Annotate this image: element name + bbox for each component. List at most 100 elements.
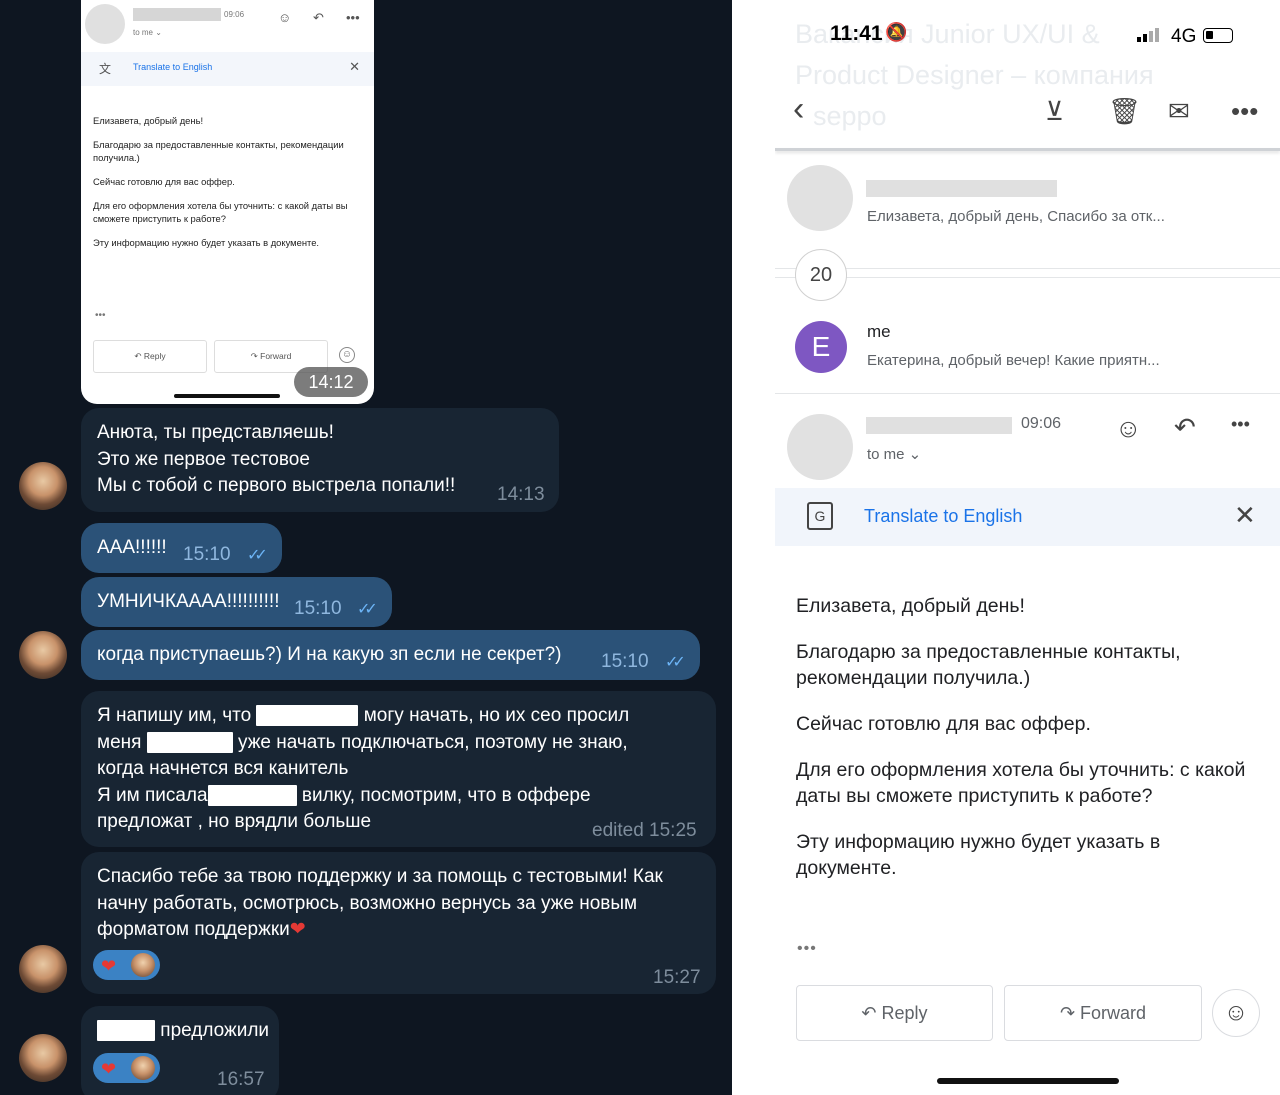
message-text: когда приступаешь?) И на какую зп если н… [97, 644, 562, 665]
reply-button: ↶ Reply [93, 340, 207, 373]
avatar [85, 4, 125, 44]
reply-button[interactable]: ↶ Reply [796, 985, 993, 1041]
message-time: 14:13 [497, 484, 545, 505]
message-text: Анюта, ты представляешь! Это же первое т… [97, 422, 456, 496]
more-dots: ••• [95, 310, 106, 321]
sender-name: me [867, 322, 891, 341]
close-icon: ✕ [349, 59, 360, 74]
message-time: 15:10 [294, 598, 342, 619]
more-icon: ••• [346, 10, 360, 25]
avatar[interactable] [19, 631, 67, 679]
avatar[interactable] [19, 462, 67, 510]
thread-snippet[interactable]: Екатерина, добрый вечер! Какие приятн... [867, 352, 1160, 369]
archive-icon[interactable]: ⊻ [1045, 96, 1064, 127]
reply-icon[interactable]: ↶ [1174, 412, 1196, 443]
message-time: 15:10 [601, 651, 649, 672]
avatar: E [795, 321, 847, 373]
read-checkmark-icon: ✓✓ [665, 654, 686, 671]
reply-icon: ↶ [861, 1003, 877, 1023]
avatar [131, 1056, 155, 1080]
more-icon[interactable]: ••• [1231, 414, 1250, 435]
mute-bell-icon: 🔕 [885, 22, 908, 42]
home-indicator [174, 394, 280, 398]
thread-snippet[interactable]: Елизавета, добрый день, Спасибо за отк..… [867, 208, 1165, 225]
forward-icon: ↷ [1059, 1003, 1076, 1023]
reaction-badge[interactable]: ❤ [93, 950, 160, 980]
battery-icon [1203, 28, 1233, 43]
message-text: предложили [97, 1018, 269, 1045]
redacted-text [146, 731, 233, 753]
avatar [131, 953, 155, 977]
message-time: 09:06 [1021, 415, 1062, 432]
redacted-text [97, 1020, 155, 1042]
avatar[interactable] [19, 945, 67, 993]
back-icon[interactable]: ‹ [793, 90, 804, 129]
message-time: 15:10 [183, 544, 231, 565]
message-bubble[interactable]: Спасибо тебе за твою поддержку и за помо… [81, 852, 716, 994]
email-time: 09:06 [224, 10, 245, 19]
message-text: УМНИЧКАААА!!!!!!!!!! [97, 591, 280, 612]
message-bubble[interactable]: УМНИЧКАААА!!!!!!!!!! 15:10 ✓✓ [81, 577, 392, 627]
heart-icon: ❤ [101, 1059, 117, 1079]
home-indicator [937, 1078, 1119, 1084]
redacted-sender [866, 417, 1012, 434]
emoji-icon[interactable]: ☺ [1115, 413, 1142, 444]
gmail-panel: Bакансия Junior UX/UI & Product Designer… [775, 0, 1280, 1095]
message-text: Спасибо тебе за твою поддержку и за помо… [97, 866, 663, 940]
emoji-icon[interactable]: ☺ [1212, 989, 1260, 1037]
emoji-icon: ☺ [278, 10, 292, 25]
ghost-title: Product Designer – компания [795, 60, 1154, 90]
translate-bar: 文 Translate to English ✕ [81, 52, 374, 86]
ghost-title: seppo [813, 101, 887, 131]
message-bubble[interactable]: ААА!!!!!! 15:10 ✓✓ [81, 523, 282, 573]
message-bubble[interactable]: Я напишу им, что могу начать, но их сео … [81, 691, 716, 847]
reply-icon: ↶ [313, 10, 324, 25]
emoji-icon: ☺ [339, 347, 355, 363]
telegram-chat-panel: 09:06 to me ⌄ ☺ ↶ ••• 文 Translate to Eng… [0, 0, 732, 1095]
message-bubble[interactable]: Анюта, ты представляешь! Это же первое т… [81, 408, 559, 512]
network-label: 4G [1171, 26, 1197, 47]
message-bubble[interactable]: предложили ❤ 16:57 [81, 1006, 279, 1095]
collapsed-count[interactable]: 20 [795, 249, 847, 301]
divider [775, 277, 1280, 278]
message-text: ААА!!!!!! [97, 537, 167, 558]
mark-unread-icon[interactable]: ✉ [1168, 96, 1190, 127]
read-checkmark-icon: ✓✓ [357, 601, 378, 618]
heart-icon: ❤ [101, 956, 117, 976]
message-text: Я напишу им, что могу начать, но их сео … [97, 705, 630, 832]
email-screenshot-image[interactable]: 09:06 to me ⌄ ☺ ↶ ••• 文 Translate to Eng… [81, 0, 374, 404]
recipient-dropdown[interactable]: to me ⌄ [867, 445, 921, 463]
read-checkmark-icon: ✓✓ [247, 547, 268, 564]
message-bubble[interactable]: когда приступаешь?) И на какую зп если н… [81, 630, 700, 680]
avatar[interactable] [19, 1034, 67, 1082]
redacted-sender [866, 180, 1057, 197]
divider [775, 393, 1280, 394]
status-time: 11:41 [830, 22, 883, 45]
more-icon[interactable]: ••• [1231, 96, 1258, 127]
translate-link[interactable]: Translate to English [864, 506, 1022, 527]
message-time: 16:57 [217, 1069, 265, 1090]
translate-label: Translate to English [133, 62, 213, 72]
message-time: 14:12 [294, 367, 368, 397]
redacted-text [256, 705, 359, 727]
show-trimmed-content[interactable]: ••• [797, 940, 817, 958]
avatar [787, 414, 853, 480]
signal-icon [1137, 24, 1161, 42]
avatar [787, 165, 853, 231]
toolbar-divider [775, 148, 1280, 151]
to-me-label: to me ⌄ [133, 28, 162, 37]
message-time: 15:27 [653, 967, 701, 988]
close-icon[interactable]: ✕ [1234, 500, 1256, 531]
translate-bar: G Translate to English ✕ [775, 488, 1280, 546]
redacted-text [207, 784, 297, 806]
reaction-badge[interactable]: ❤ [93, 1053, 160, 1083]
forward-button[interactable]: ↷ Forward [1004, 985, 1202, 1041]
delete-icon[interactable]: 🗑 [1108, 96, 1141, 127]
email-body: Елизавета, добрый день! Благодарю за пре… [93, 115, 348, 248]
email-body: Елизавета, добрый день! Благодарю за пре… [796, 595, 1246, 879]
message-time: edited 15:25 [592, 820, 697, 841]
divider [775, 268, 1280, 269]
translate-icon: G [807, 502, 833, 530]
translate-icon: 文 [99, 62, 112, 76]
redacted-sender [133, 8, 221, 21]
